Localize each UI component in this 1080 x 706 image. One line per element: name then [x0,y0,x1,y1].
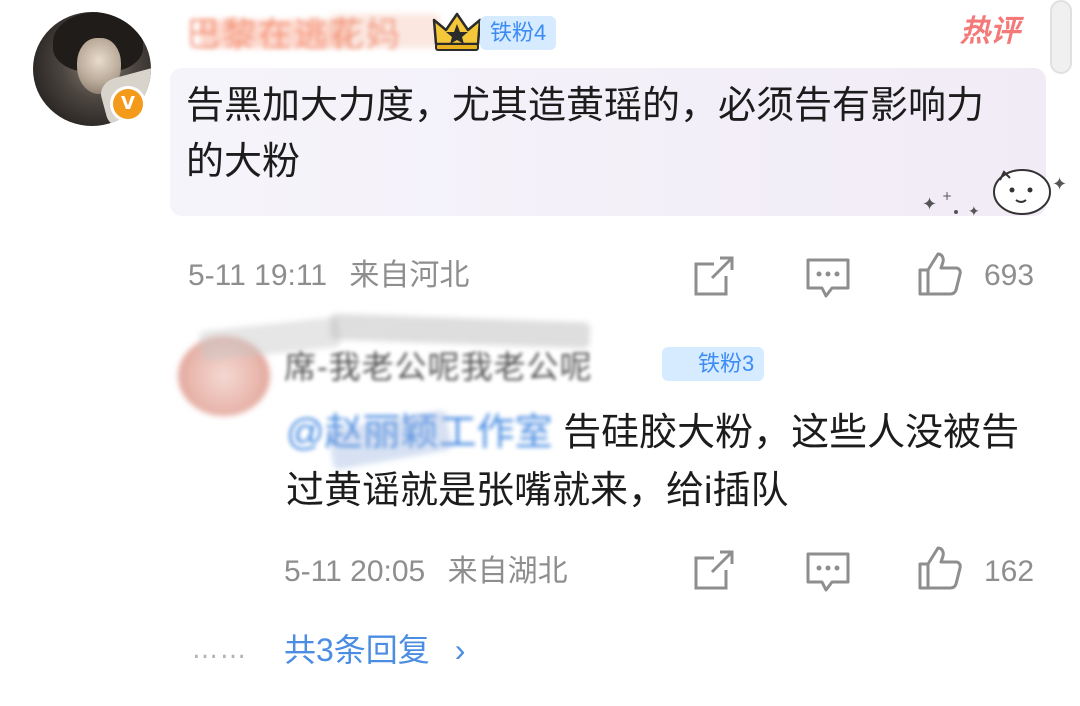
redaction-scribble [200,20,350,48]
comment-location: 来自河北 [349,259,470,292]
reply-username[interactable]: 席-我老公呢我老公呢 [284,344,593,390]
reply-meta: 5-11 20:05 来自湖北 [284,552,568,592]
share-icon[interactable] [690,252,738,300]
like-count: 693 [984,259,1035,292]
fan-level-badge: 铁粉3 [662,347,765,381]
like-icon[interactable] [916,250,964,298]
svg-text:+: + [942,189,952,203]
like-count: 162 [984,555,1035,588]
share-icon[interactable] [690,546,738,594]
view-more-replies-link[interactable]: 共3条回复 › [284,628,465,672]
comment-meta: 5-11 19:11 来自河北 [188,256,469,296]
comment-time: 5-11 19:11 [188,259,327,292]
comment-thread: V 巴黎在逃花妈 铁粉4 热评 告黑加大力度，尤其造黄瑶的，必须告有影响力的大粉… [0,0,1080,706]
svg-text:✦: ✦ [1052,174,1066,195]
bubble-sticker-icon: ✦ + ✦ ✦ [922,169,1066,220]
redaction-scribble [330,14,440,48]
verified-v-icon: V [110,86,146,122]
reply-time: 5-11 20:05 [284,555,426,588]
fan-level-badge: 铁粉4 [480,16,557,50]
chevron-right-icon: › [454,632,466,668]
svg-text:✦: ✦ [922,194,937,215]
more-dots: …… [192,635,248,665]
comment-text: 告黑加大力度，尤其造黄瑶的，必须告有影响力的大粉 [186,85,985,183]
like-icon[interactable] [916,544,964,592]
hot-comment-tag: 热评 [960,15,1020,48]
reply-location: 来自湖北 [447,555,568,588]
crown-icon [432,12,482,51]
comment-icon[interactable] [804,546,852,594]
svg-text:✦: ✦ [968,204,980,220]
scrollbar[interactable] [1050,0,1072,74]
comment-icon[interactable] [804,252,852,300]
